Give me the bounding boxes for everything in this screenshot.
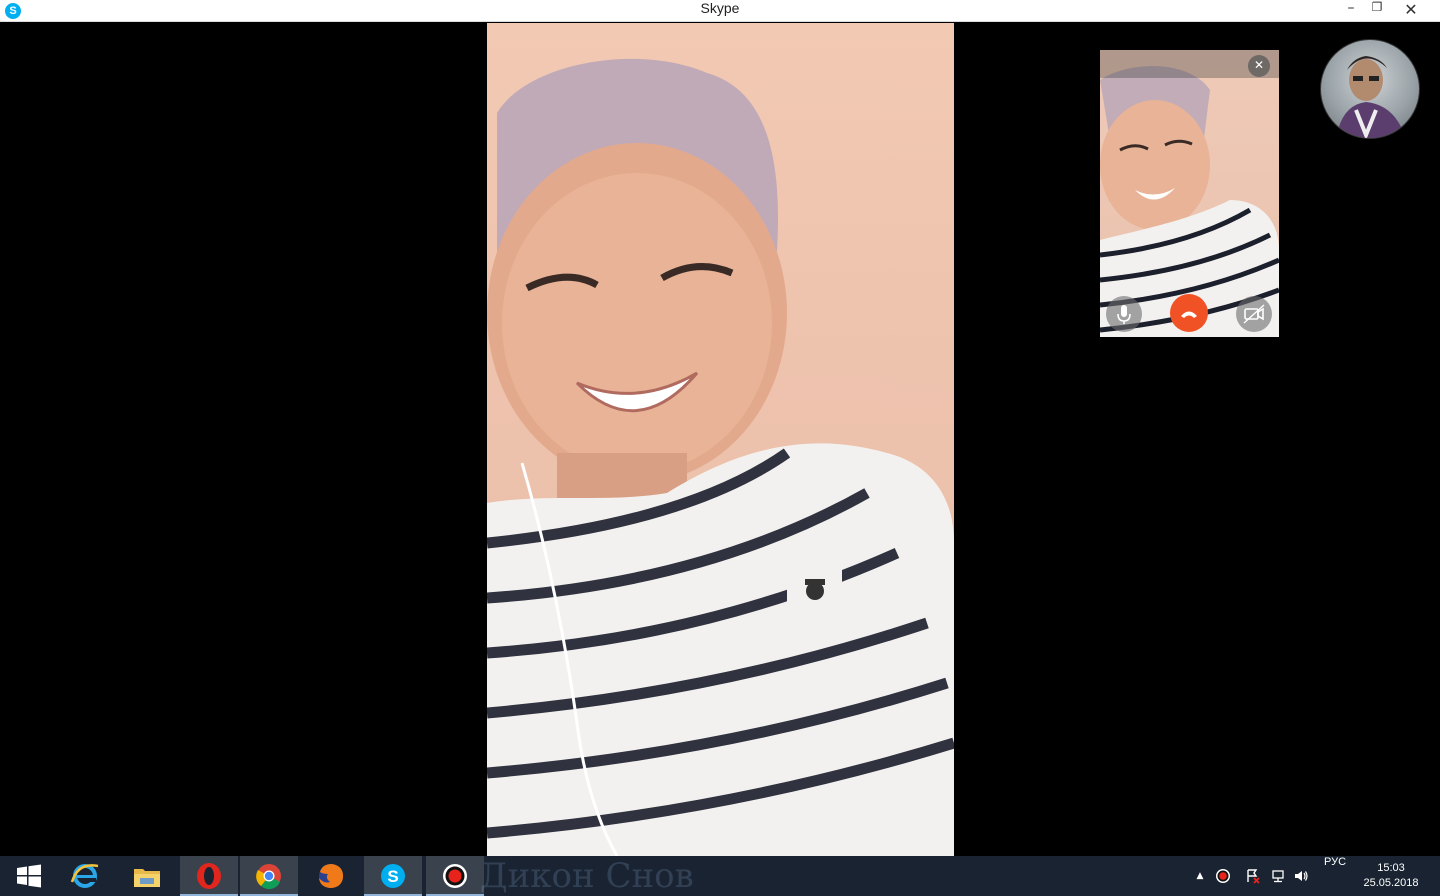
hang-up-button[interactable]	[1170, 294, 1208, 332]
remote-participant-image	[487, 58, 954, 856]
chrome-icon	[256, 864, 281, 890]
contact-avatar-image	[1336, 56, 1406, 138]
taskbar-skype[interactable]: S	[364, 856, 422, 896]
call-area: ✕	[4, 22, 1436, 856]
skype-icon: S	[381, 864, 405, 888]
recorder-icon	[443, 864, 467, 888]
file-explorer-icon	[134, 869, 160, 887]
taskbar-chrome[interactable]	[240, 856, 298, 896]
self-view-close-icon[interactable]: ✕	[1248, 55, 1270, 77]
clock-time: 15:03	[1377, 862, 1405, 874]
svg-text:S: S	[387, 867, 398, 886]
self-video-preview[interactable]: ✕	[1100, 50, 1279, 337]
action-center-icon[interactable]	[1245, 868, 1261, 884]
taskbar-background-text: Дикон Снов	[480, 856, 694, 896]
firefox-icon	[319, 864, 344, 888]
video-toggle-button[interactable]	[1236, 296, 1272, 332]
clock-date: 25.05.2018	[1363, 877, 1419, 889]
microphone-icon	[1117, 305, 1131, 324]
window-title: Skype	[700, 0, 740, 16]
network-icon[interactable]	[1270, 868, 1286, 884]
internet-explorer-icon	[70, 864, 99, 888]
remote-video-feed[interactable]	[487, 23, 954, 856]
taskbar-internet-explorer[interactable]	[56, 856, 114, 896]
video-camera-icon	[1243, 304, 1265, 324]
input-language-indicator[interactable]: РУС	[1324, 856, 1346, 868]
taskbar-opera[interactable]	[180, 856, 238, 896]
window-title-bar[interactable]: S Skype – ❐ ✕	[0, 0, 1440, 22]
close-button[interactable]: ✕	[1394, 0, 1428, 22]
volume-icon[interactable]	[1293, 868, 1309, 884]
contact-avatar[interactable]	[1320, 39, 1420, 139]
system-clock[interactable]: 15:03 25.05.2018	[1358, 861, 1424, 891]
hang-up-icon	[1181, 311, 1197, 318]
taskbar-file-explorer[interactable]	[118, 856, 176, 896]
maximize-button[interactable]: ❐	[1360, 0, 1394, 22]
show-hidden-icons-icon[interactable]: ▲	[1192, 868, 1208, 884]
microphone-button[interactable]	[1106, 296, 1142, 332]
opera-icon	[197, 863, 221, 889]
windows-taskbar: Дикон Снов S ▲ РУС 15:03 25.05.2018	[0, 856, 1440, 896]
start-button[interactable]	[0, 856, 56, 896]
taskbar-recorder[interactable]	[426, 856, 484, 896]
tray-recorder-icon[interactable]	[1215, 868, 1231, 884]
taskbar-firefox[interactable]	[302, 856, 360, 896]
windows-start-icon	[17, 864, 41, 888]
